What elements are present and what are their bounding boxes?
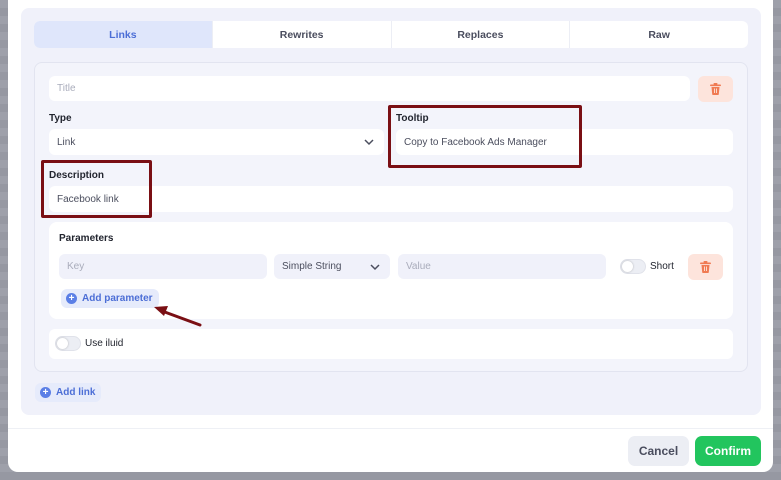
use-iluid-toggle[interactable] <box>55 336 81 351</box>
add-link-button[interactable]: + Add link <box>35 383 102 402</box>
use-iluid-label: Use iluid <box>85 338 124 349</box>
type-label: Type <box>49 113 72 124</box>
chevron-down-icon <box>370 263 380 270</box>
tab-links[interactable]: Links <box>34 21 213 48</box>
parameter-type-value: Simple String <box>282 261 342 272</box>
annotation-arrow <box>154 306 202 327</box>
confirm-button[interactable]: Confirm <box>695 436 761 466</box>
parameter-value-input[interactable]: Value <box>398 254 606 279</box>
chevron-down-icon <box>364 139 374 146</box>
tab-rewrites[interactable]: Rewrites <box>213 21 392 48</box>
type-select[interactable]: Link <box>49 129 384 155</box>
delete-link-button[interactable] <box>698 76 733 102</box>
short-label: Short <box>650 261 674 272</box>
cancel-button[interactable]: Cancel <box>628 436 689 466</box>
add-link-label: Add link <box>56 387 96 398</box>
add-parameter-label: Add parameter <box>82 293 153 304</box>
plus-circle-icon: + <box>66 293 77 304</box>
short-toggle[interactable] <box>620 259 646 274</box>
type-select-value: Link <box>57 136 76 148</box>
footer-divider <box>8 428 773 429</box>
description-highlight <box>41 160 152 218</box>
parameter-type-select[interactable]: Simple String <box>274 254 390 279</box>
trash-icon <box>710 83 721 95</box>
plus-circle-icon: + <box>40 387 51 398</box>
trash-icon <box>700 261 711 273</box>
delete-parameter-button[interactable] <box>688 254 723 280</box>
tab-raw[interactable]: Raw <box>570 21 748 48</box>
tooltip-highlight <box>388 105 582 168</box>
editor-tabs: Links Rewrites Replaces Raw <box>34 21 748 48</box>
parameter-key-input[interactable]: Key <box>59 254 267 279</box>
tab-replaces[interactable]: Replaces <box>392 21 571 48</box>
use-iluid-row <box>49 329 733 359</box>
title-input[interactable]: Title <box>49 76 690 101</box>
parameters-heading: Parameters <box>59 233 114 244</box>
add-parameter-button[interactable]: + Add parameter <box>61 289 159 308</box>
